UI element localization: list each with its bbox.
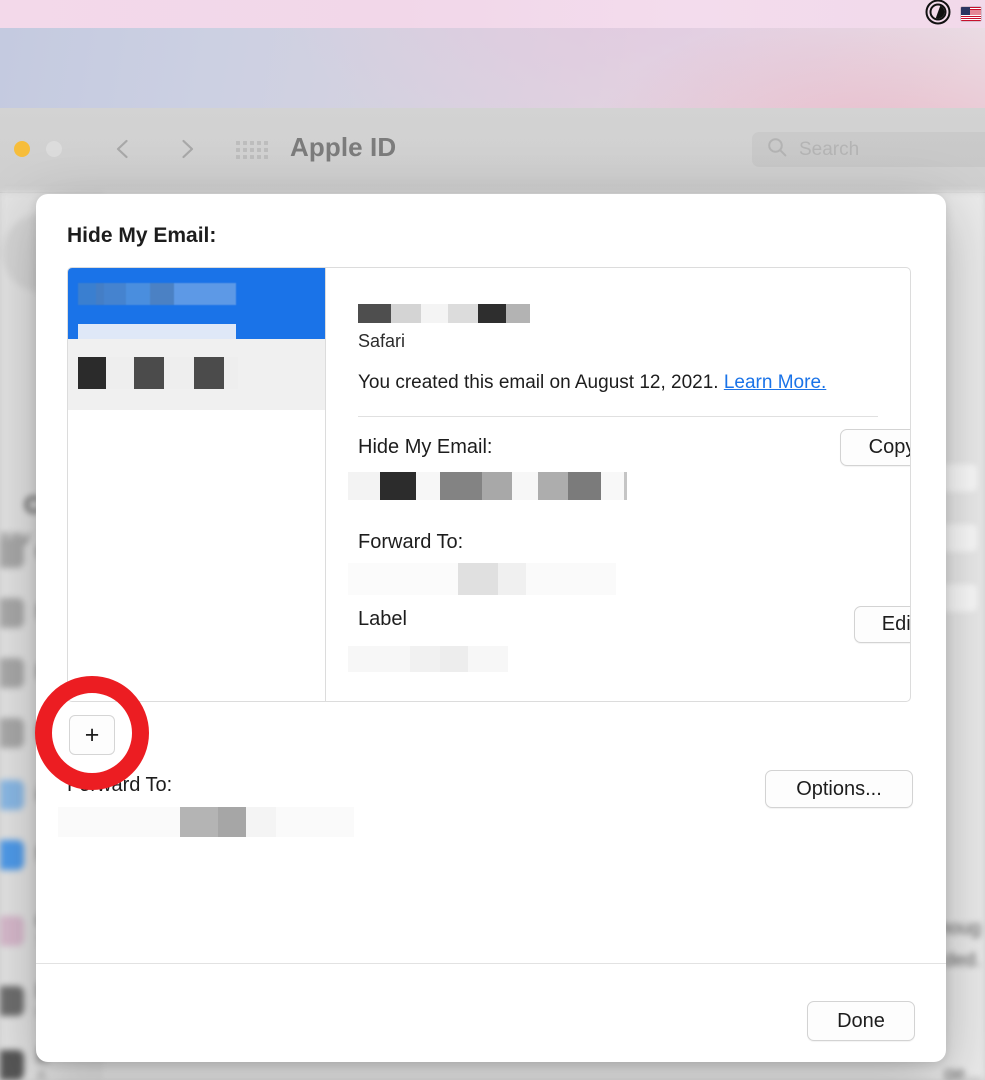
email-list xyxy=(68,268,326,701)
email-icon xyxy=(0,1050,24,1080)
redacted-bottom-forward-value xyxy=(58,807,354,837)
options-button[interactable]: Options... xyxy=(765,770,913,808)
bg-storage-text-1: ded. xyxy=(944,950,981,971)
forward-chevron-icon[interactable] xyxy=(172,134,202,164)
detail-app-name: Safari xyxy=(358,331,406,351)
screen-recording-icon[interactable] xyxy=(925,0,951,30)
redacted-label-value xyxy=(348,646,508,672)
search-input[interactable]: Search xyxy=(752,132,985,167)
copy-button[interactable]: Copy xyxy=(840,429,910,466)
email-split-panel: Safari You created this email on August … xyxy=(67,267,911,702)
done-button[interactable]: Done xyxy=(807,1001,915,1041)
back-chevron-icon[interactable] xyxy=(108,134,138,164)
window-close-button[interactable] xyxy=(14,141,30,157)
add-email-button[interactable]: + xyxy=(69,715,115,755)
overview-icon xyxy=(0,538,24,568)
macos-menu-bar xyxy=(0,0,985,28)
search-placeholder: Search xyxy=(799,138,860,160)
email-list-item-selected[interactable] xyxy=(68,268,325,354)
page-title: Apple ID xyxy=(290,132,397,162)
label-field-label: Label xyxy=(358,608,407,630)
hide-my-email-sheet: Hide My Email: Safari You created this e… xyxy=(36,194,946,1062)
hide-my-email-label: Hide My Email: xyxy=(358,436,493,458)
window-minimize-button[interactable] xyxy=(46,141,62,157)
created-sentence: You created this email on August 12, 202… xyxy=(358,372,724,393)
password-icon xyxy=(0,658,24,688)
menu-bar-status-items xyxy=(925,0,981,28)
show-all-grid-icon[interactable] xyxy=(236,141,268,159)
backup-icon xyxy=(0,986,24,1016)
forward-to-label: Forward To: xyxy=(358,531,464,553)
desktop-wallpaper xyxy=(0,28,985,108)
bottom-forward-to-label: Forward To: xyxy=(67,774,173,796)
redacted-forward-to-value xyxy=(348,563,616,595)
detail-divider xyxy=(358,416,878,417)
payment-icon xyxy=(0,718,24,748)
photos-icon xyxy=(0,916,24,946)
email-list-item[interactable] xyxy=(68,339,325,410)
redacted-detail-email xyxy=(358,304,530,323)
detail-created-text: You created this email on August 12, 202… xyxy=(358,372,826,394)
input-source-flag-icon[interactable] xyxy=(961,7,981,21)
email-detail-pane: Safari You created this email on August … xyxy=(326,268,910,701)
edit-button[interactable]: Edit xyxy=(854,606,910,643)
icloud-icon xyxy=(0,780,24,810)
redacted-email-address xyxy=(78,357,238,389)
redacted-hide-my-email-value xyxy=(348,472,631,500)
screenshot-root: Apple ID Search C etrav C xyxy=(0,0,985,1080)
name-icon xyxy=(0,598,24,628)
sheet-footer-divider xyxy=(36,963,946,964)
sidebar-item-sublabel: A xyxy=(36,1068,47,1080)
search-icon xyxy=(766,136,788,163)
window-toolbar: Apple ID Search xyxy=(0,108,985,193)
mail-icon xyxy=(0,840,24,870)
bg-manage-text: ge... xyxy=(944,1064,981,1080)
sheet-title: Hide My Email: xyxy=(67,224,217,247)
redacted-email-address xyxy=(78,283,236,305)
learn-more-link[interactable]: Learn More. xyxy=(724,372,826,393)
